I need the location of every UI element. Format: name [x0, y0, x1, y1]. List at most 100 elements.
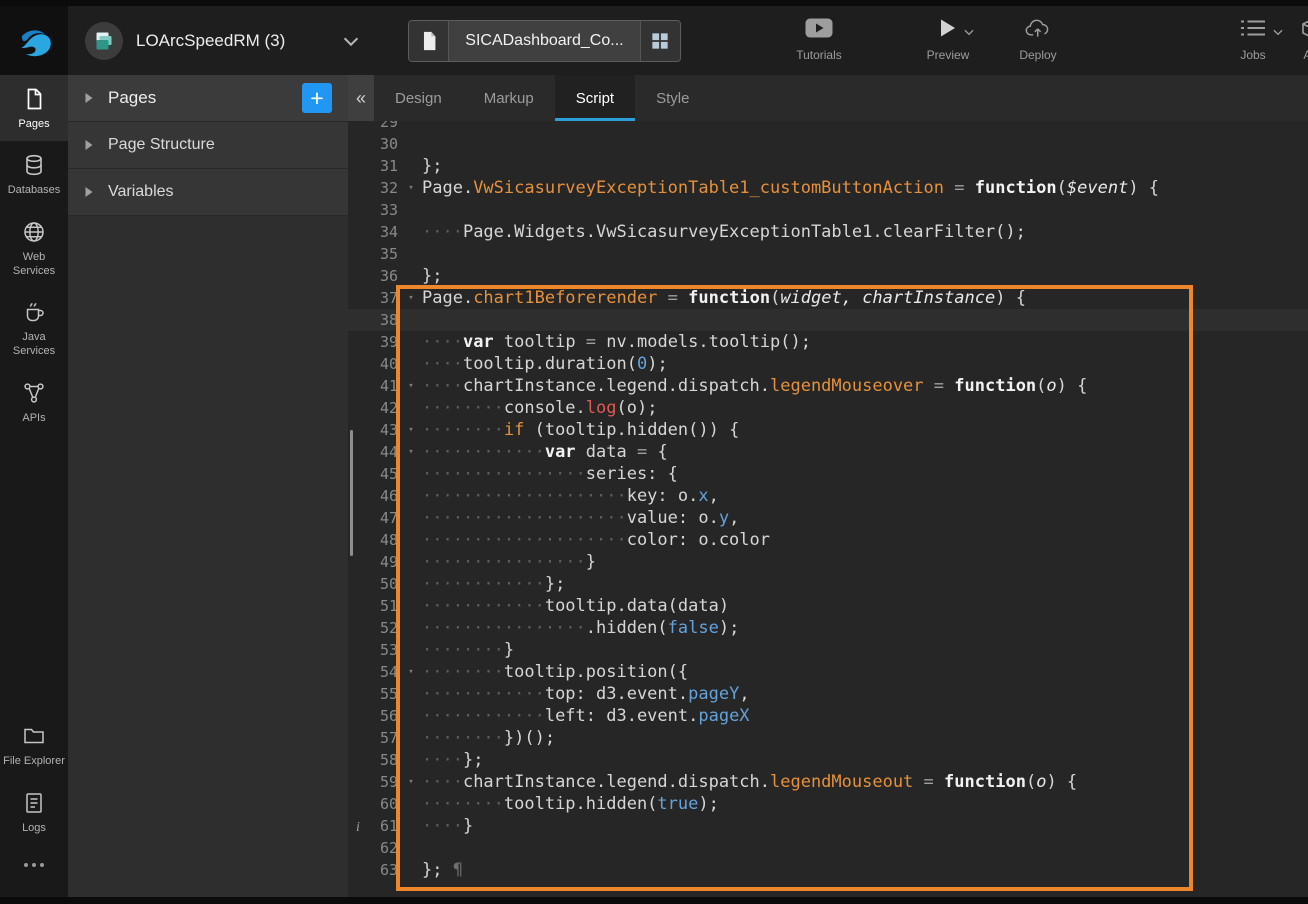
sidebar-item-databases[interactable]: Databases [0, 141, 68, 207]
fold-toggle-icon[interactable]: ▾ [402, 177, 420, 199]
code-line-51[interactable]: 51············tooltip.data(data) [348, 595, 1308, 617]
fold-gutter [402, 595, 420, 617]
panel-section-pages[interactable]: Pages+ [68, 75, 348, 122]
code-line-43[interactable]: 43▾········if (tooltip.hidden()) { [348, 419, 1308, 441]
code-line-34[interactable]: 34····Page.Widgets.VwSicasurveyException… [348, 221, 1308, 243]
preview-button[interactable]: Preview [917, 20, 979, 62]
page-tab[interactable]: SICADashboard_Co... [408, 20, 680, 62]
artifact-icon [1300, 20, 1308, 43]
panel-section-page-structure[interactable]: Page Structure [68, 122, 348, 169]
fold-toggle-icon[interactable]: ▾ [402, 375, 420, 397]
code-line-31[interactable]: 31}; [348, 155, 1308, 177]
code-line-40[interactable]: 40····tooltip.duration(0); [348, 353, 1308, 375]
fold-gutter [402, 573, 420, 595]
code-text: ········})(); [420, 727, 1308, 749]
wavemaker-logo[interactable] [0, 6, 68, 75]
code-text: ····var tooltip = nv.models.tooltip(); [420, 331, 1308, 353]
deploy-button[interactable]: Deploy [1007, 20, 1069, 62]
code-line-39[interactable]: 39····var tooltip = nv.models.tooltip(); [348, 331, 1308, 353]
code-line-59[interactable]: 59▾····chartInstance.legend.dispatch.leg… [348, 771, 1308, 793]
code-text: }; [420, 155, 1308, 177]
sidebar-item-file-explorer[interactable]: File Explorer [0, 712, 68, 778]
sidebar-item-web-services[interactable]: Web Services [0, 208, 68, 289]
code-text [420, 133, 1308, 155]
code-line-56[interactable]: 56············left: d3.event.pageX [348, 705, 1308, 727]
sidebar-item-java-services[interactable]: Java Services [0, 288, 68, 369]
fold-toggle-icon[interactable]: ▾ [402, 419, 420, 441]
sidebar-item-apis[interactable]: APIs [0, 369, 68, 435]
window-bottom-edge [0, 897, 1308, 904]
fold-gutter [402, 155, 420, 177]
panel-scrollbar-thumb[interactable] [350, 430, 353, 556]
tab-style[interactable]: Style [635, 75, 710, 121]
grid-icon[interactable] [640, 21, 680, 61]
project-selector[interactable]: LOArcSpeedRM (3) [85, 22, 362, 60]
code-text: ····chartInstance.legend.dispatch.legend… [420, 771, 1308, 793]
youtube-icon [805, 18, 833, 43]
sidebar-item-label: Pages [3, 117, 65, 131]
add-page-button[interactable]: + [302, 83, 332, 113]
code-line-54[interactable]: 54▾········tooltip.position({ [348, 661, 1308, 683]
code-line-50[interactable]: 50············}; [348, 573, 1308, 595]
jobs-label: Jobs [1240, 48, 1265, 62]
artifacts-button[interactable]: Art [1286, 20, 1308, 62]
fold-toggle-icon[interactable]: ▾ [402, 771, 420, 793]
line-number: 51 [348, 595, 402, 617]
play-icon [939, 18, 957, 43]
tutorials-icon-wrap [805, 20, 833, 41]
code-text: }; ¶ [420, 859, 1308, 881]
line-number: 55 [348, 683, 402, 705]
tutorials-button[interactable]: Tutorials [787, 20, 851, 62]
java-icon [22, 300, 46, 324]
code-line-30[interactable]: 30 [348, 133, 1308, 155]
code-line-46[interactable]: 46····················key: o.x, [348, 485, 1308, 507]
project-name: LOArcSpeedRM (3) [136, 31, 285, 51]
tab-markup[interactable]: Markup [463, 75, 555, 121]
code-line-63[interactable]: 63}; ¶ [348, 859, 1308, 881]
code-line-55[interactable]: 55············top: d3.event.pageY, [348, 683, 1308, 705]
line-number: 43 [348, 419, 402, 441]
code-line-52[interactable]: 52················.hidden(false); [348, 617, 1308, 639]
code-line-37[interactable]: 37▾Page.chart1Beforerender = function(wi… [348, 287, 1308, 309]
code-line-35[interactable]: 35 [348, 243, 1308, 265]
fold-toggle-icon[interactable]: ▾ [402, 441, 420, 463]
info-icon: i [356, 817, 360, 839]
sidebar-item-label: APIs [3, 411, 65, 425]
code-line-45[interactable]: 45················series: { [348, 463, 1308, 485]
code-line-61[interactable]: i61····} [348, 815, 1308, 837]
sidebar-item-pages[interactable]: Pages [0, 75, 68, 141]
code-line-48[interactable]: 48····················color: o.color [348, 529, 1308, 551]
code-line-29[interactable]: 29 [348, 121, 1308, 133]
code-line-33[interactable]: 33 [348, 199, 1308, 221]
code-line-62[interactable]: 62 [348, 837, 1308, 859]
fold-gutter [402, 463, 420, 485]
collapse-panel-button[interactable]: « [348, 75, 374, 121]
sidebar-item-more[interactable] [0, 845, 68, 897]
code-line-49[interactable]: 49················} [348, 551, 1308, 573]
code-line-42[interactable]: 42········console.log(o); [348, 397, 1308, 419]
code-text: ········} [420, 639, 1308, 661]
code-text: ····················color: o.color [420, 529, 1308, 551]
code-line-32[interactable]: 32▾Page.VwSicasurveyExceptionTable1_cust… [348, 177, 1308, 199]
panel-section-variables[interactable]: Variables [68, 169, 348, 216]
code-line-38[interactable]: 38 [348, 309, 1308, 331]
code-line-36[interactable]: 36}; [348, 265, 1308, 287]
code-line-41[interactable]: 41▾····chartInstance.legend.dispatch.leg… [348, 375, 1308, 397]
chevron-down-icon[interactable] [340, 30, 362, 52]
code-text: ················} [420, 551, 1308, 573]
code-line-58[interactable]: 58····}; [348, 749, 1308, 771]
code-editor[interactable]: 293031};32▾Page.VwSicasurveyExceptionTab… [348, 121, 1308, 904]
fold-toggle-icon[interactable]: ▾ [402, 287, 420, 309]
code-line-47[interactable]: 47····················value: o.y, [348, 507, 1308, 529]
fold-toggle-icon[interactable]: ▾ [402, 661, 420, 683]
code-line-60[interactable]: 60········tooltip.hidden(true); [348, 793, 1308, 815]
sidebar-item-label: Web Services [3, 250, 65, 279]
code-line-44[interactable]: 44▾············var data = { [348, 441, 1308, 463]
line-number: 29 [348, 121, 402, 133]
sidebar-item-logs[interactable]: Logs [0, 779, 68, 845]
code-line-57[interactable]: 57········})(); [348, 727, 1308, 749]
tab-script[interactable]: Script [555, 75, 635, 121]
jobs-button[interactable]: Jobs [1227, 20, 1279, 62]
tab-design[interactable]: Design [374, 75, 463, 121]
code-line-53[interactable]: 53········} [348, 639, 1308, 661]
